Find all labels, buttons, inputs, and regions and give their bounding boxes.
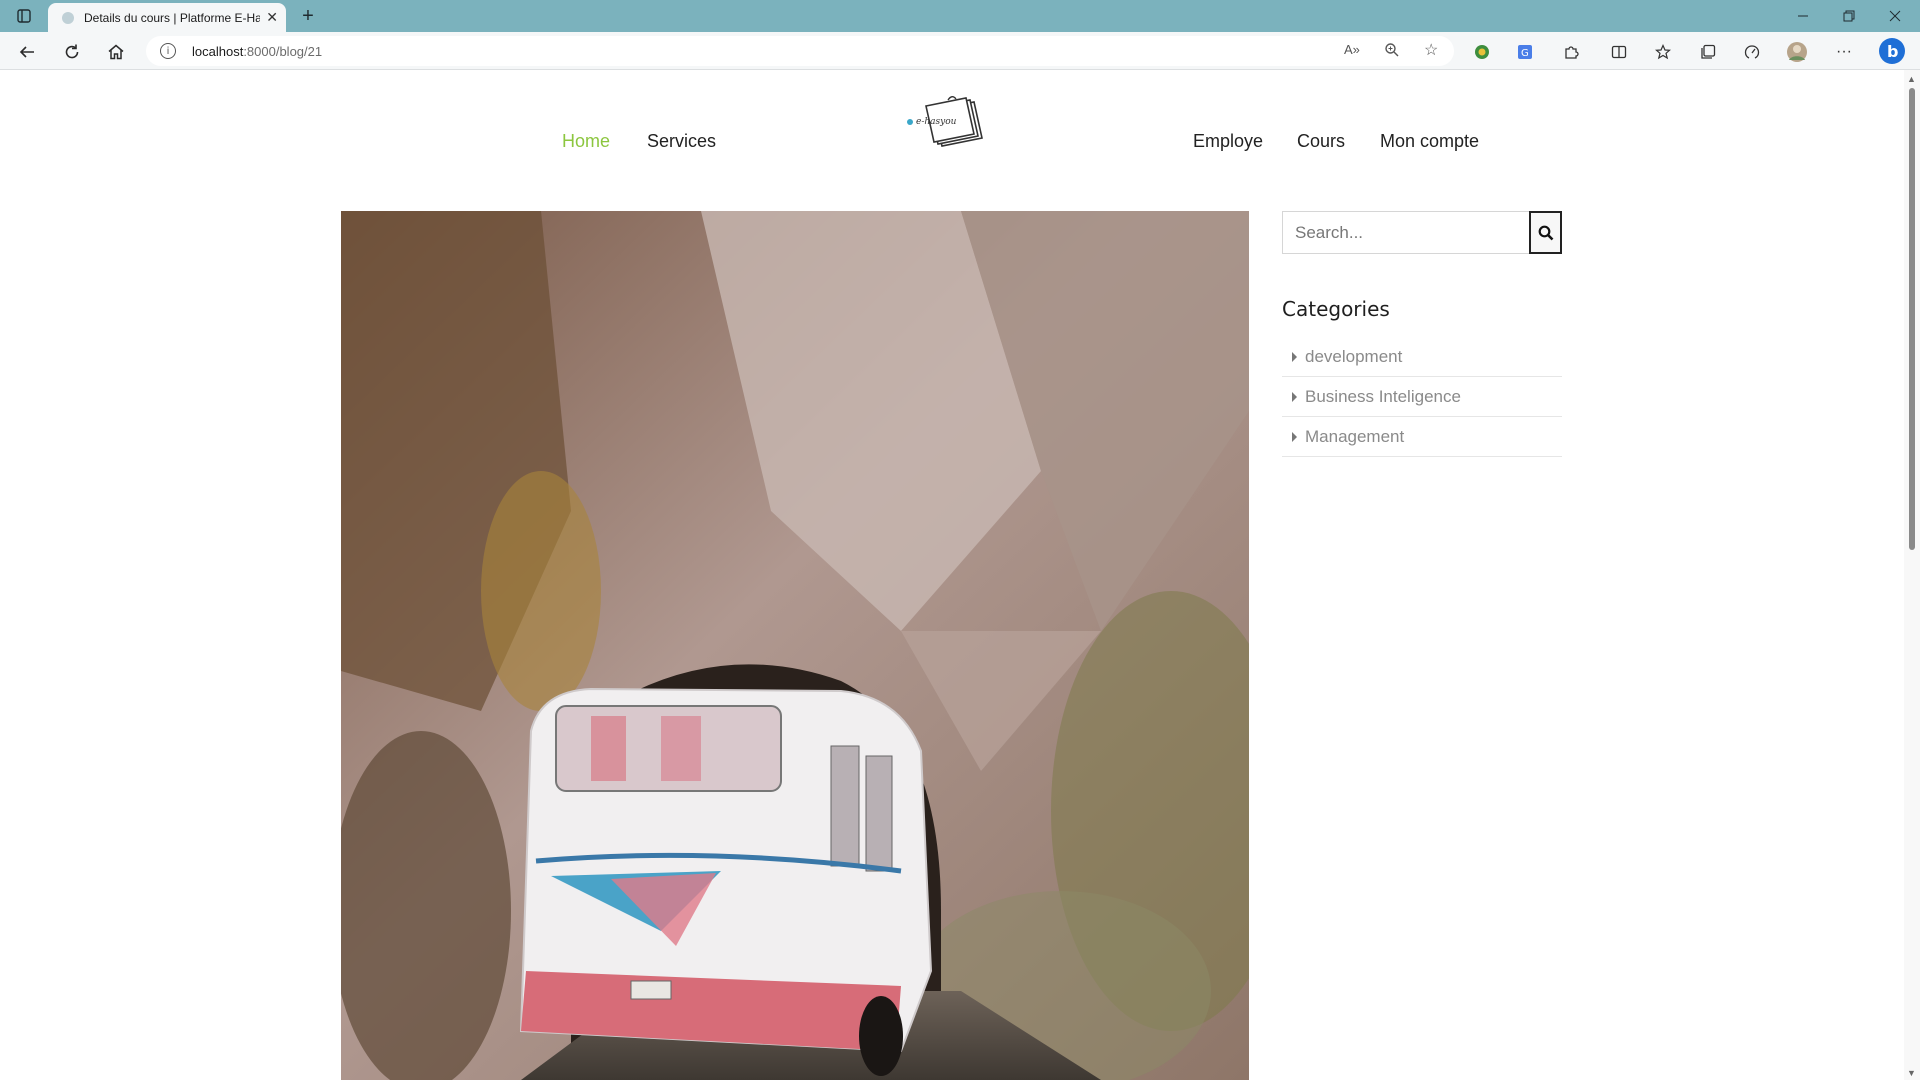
read-aloud-icon[interactable]: A» — [1344, 42, 1360, 57]
caret-right-icon — [1292, 431, 1297, 442]
tab-strip: Details du cours | Platforme E-Ha ✕ + — [0, 0, 1920, 32]
search-button[interactable] — [1529, 211, 1562, 254]
new-tab-button[interactable]: + — [296, 4, 320, 28]
back-icon[interactable] — [14, 39, 40, 65]
profile-avatar-icon[interactable] — [1786, 41, 1808, 63]
split-screen-icon[interactable] — [1608, 41, 1630, 63]
collections-icon[interactable] — [1697, 41, 1719, 63]
minimize-icon[interactable] — [1780, 0, 1826, 32]
info-icon[interactable]: i — [160, 43, 176, 59]
more-icon[interactable]: ··· — [1833, 41, 1855, 63]
close-tab-icon[interactable]: ✕ — [266, 9, 278, 26]
page-scrollbar[interactable]: ▲ ▼ — [1904, 70, 1920, 1080]
scroll-down-icon[interactable]: ▼ — [1907, 1068, 1916, 1078]
scrollbar-thumb[interactable] — [1909, 88, 1915, 550]
svg-text:G: G — [1521, 48, 1529, 59]
site-logo[interactable]: e-hasyou — [900, 92, 990, 154]
favorites-icon[interactable] — [1652, 41, 1674, 63]
search-box — [1282, 211, 1562, 254]
nav-cours-link[interactable]: Cours — [1297, 131, 1345, 152]
search-icon — [1538, 225, 1553, 240]
nav-employe-link[interactable]: Employe — [1193, 131, 1263, 152]
category-item[interactable]: development — [1282, 337, 1562, 377]
category-item[interactable]: Management — [1282, 417, 1562, 457]
caret-right-icon — [1292, 391, 1297, 402]
category-item[interactable]: Business Inteligence — [1282, 377, 1562, 417]
restore-icon[interactable] — [1826, 0, 1872, 32]
nav-home-link[interactable]: Home — [562, 131, 610, 152]
refresh-icon[interactable] — [59, 39, 85, 65]
course-hero-image — [341, 211, 1249, 1080]
svg-text:b: b — [1887, 42, 1898, 61]
puzzle-icon[interactable] — [1560, 41, 1582, 63]
url-text: localhost:8000/blog/21 — [192, 43, 323, 59]
categories-heading: Categories — [1282, 297, 1390, 321]
translate-icon[interactable]: G — [1514, 41, 1536, 63]
scroll-up-icon[interactable]: ▲ — [1907, 74, 1916, 84]
tab-title: Details du cours | Platforme E-Ha — [84, 10, 261, 25]
zoom-icon[interactable] — [1384, 42, 1400, 61]
svg-text:e-hasyou: e-hasyou — [916, 117, 957, 127]
extension-icon[interactable] — [1471, 41, 1493, 63]
categories-list: development Business Inteligence Managem… — [1282, 337, 1562, 457]
performance-icon[interactable] — [1741, 41, 1763, 63]
home-icon[interactable] — [103, 39, 129, 65]
browser-toolbar: i localhost:8000/blog/21 A» ☆ G ··· b — [0, 32, 1920, 70]
nav-services-link[interactable]: Services — [647, 131, 716, 152]
tab-favicon-icon — [62, 11, 74, 24]
tab-actions-icon[interactable] — [13, 5, 35, 27]
nav-mon-compte-link[interactable]: Mon compte — [1380, 131, 1479, 152]
address-bar[interactable]: i localhost:8000/blog/21 A» ☆ — [146, 36, 1454, 66]
caret-right-icon — [1292, 351, 1297, 362]
close-window-icon[interactable] — [1872, 0, 1918, 32]
favorite-star-icon[interactable]: ☆ — [1424, 40, 1438, 60]
bing-icon[interactable]: b — [1878, 37, 1906, 65]
active-tab[interactable]: Details du cours | Platforme E-Ha ✕ — [48, 3, 286, 32]
search-input[interactable] — [1283, 212, 1529, 253]
